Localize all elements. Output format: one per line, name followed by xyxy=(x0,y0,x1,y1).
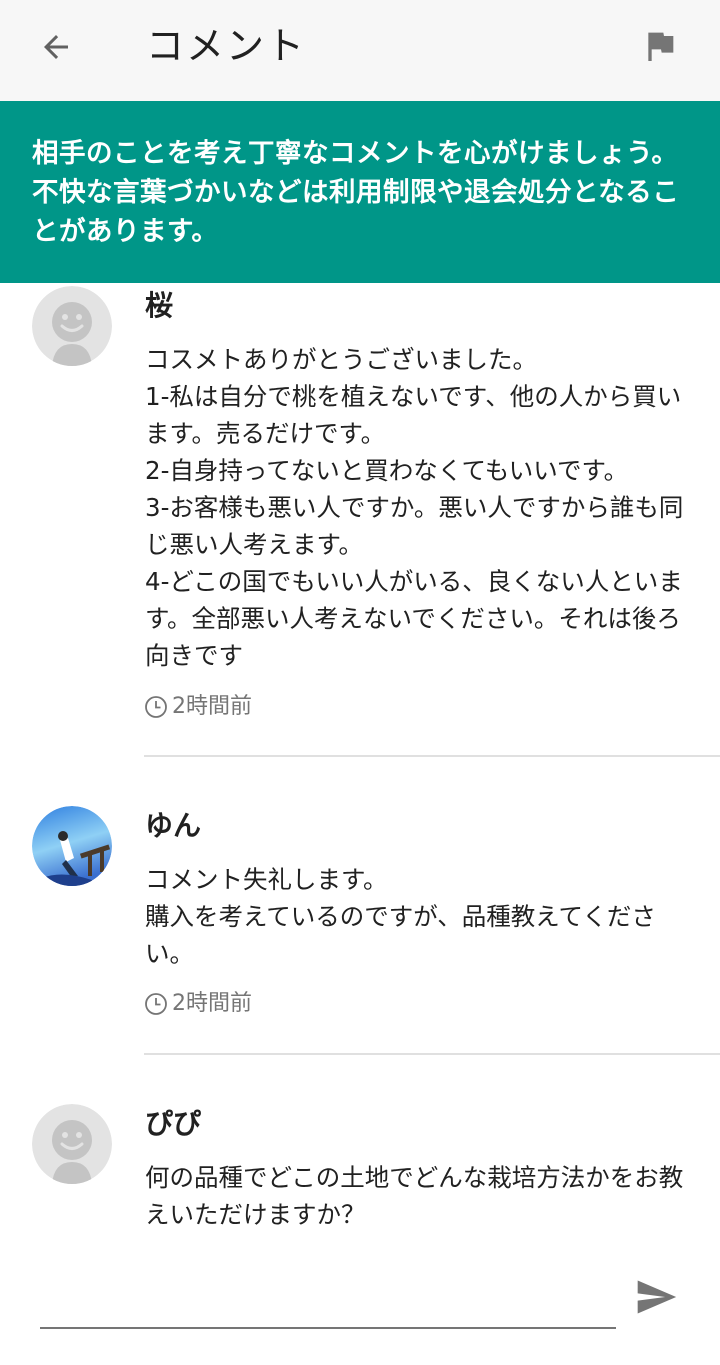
timestamp-text: 2時間前 xyxy=(172,694,252,719)
guideline-notice: 相手のことを考え丁寧なコメントを心がけましょう。不快な言葉づかいなどは利用制限や… xyxy=(0,101,720,283)
comment-body: コスメトありがとうございました。 1-私は自分で桃を植えないです、他の人から買い… xyxy=(145,345,684,670)
comment-composer xyxy=(0,1225,720,1365)
send-button[interactable] xyxy=(630,1271,682,1323)
default-avatar-icon xyxy=(32,286,112,366)
comment-username[interactable]: ぴぴ xyxy=(145,1106,201,1142)
flag-icon xyxy=(648,32,674,61)
send-icon xyxy=(637,1280,677,1314)
app-bar: コメント xyxy=(0,0,720,101)
notice-text: 相手のことを考え丁寧なコメントを心がけましょう。不快な言葉づかいなどは利用制限や… xyxy=(32,138,680,247)
avatar[interactable] xyxy=(32,1104,112,1184)
comment-divider xyxy=(144,755,720,757)
avatar[interactable] xyxy=(32,806,112,886)
comment-input[interactable] xyxy=(40,1291,616,1329)
back-button[interactable] xyxy=(34,25,78,69)
avatar[interactable] xyxy=(32,286,112,366)
comment-body: コメント失礼します。 購入を考えているのですが、品種教えてください。 xyxy=(145,865,656,968)
comment-username[interactable]: 桜 xyxy=(145,288,173,324)
page-title: コメント xyxy=(146,24,307,68)
comment-body: 何の品種でどこの土地でどんな栽培方法かをお教えいただけますか？ xyxy=(145,1163,684,1225)
comment-divider xyxy=(144,1053,720,1055)
report-button[interactable] xyxy=(636,22,684,70)
timestamp-text: 2時間前 xyxy=(172,991,252,1016)
comment-timestamp: 2時間前 xyxy=(144,990,252,1018)
clock-icon xyxy=(145,696,167,718)
photo-avatar xyxy=(32,806,112,886)
comment-list[interactable]: 桜 コスメトありがとうございました。 1-私は自分で桃を植えないです、他の人から… xyxy=(0,283,720,1225)
comment-timestamp: 2時間前 xyxy=(144,693,252,721)
clock-icon xyxy=(145,993,167,1015)
arrow-back-icon xyxy=(44,35,68,59)
default-avatar-icon xyxy=(32,1104,112,1184)
comment-username[interactable]: ゆん xyxy=(145,808,201,844)
